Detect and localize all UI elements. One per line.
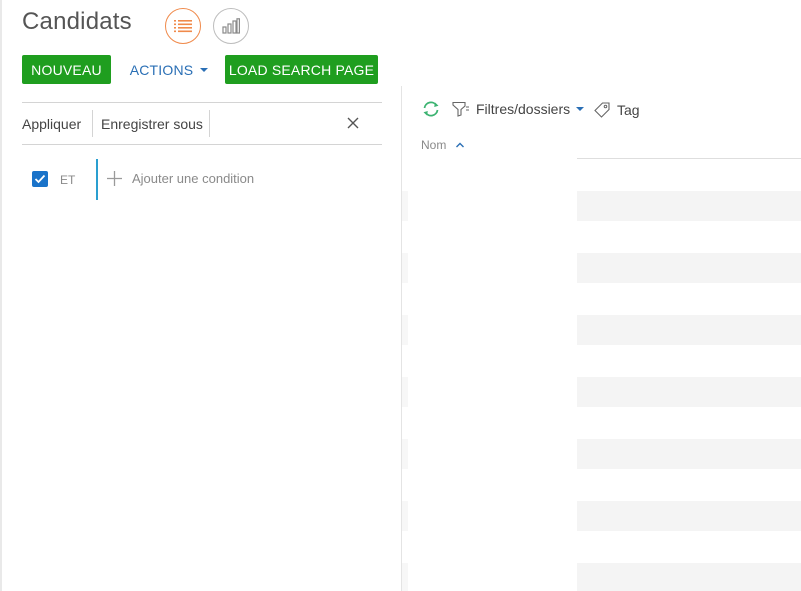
- condition-group-checkbox[interactable]: [32, 171, 48, 187]
- filter-separator: [92, 110, 93, 137]
- table-row-edge: [402, 315, 408, 345]
- table-row[interactable]: [577, 191, 801, 221]
- table-row[interactable]: [577, 315, 801, 345]
- sort-ascending-icon: [456, 142, 465, 148]
- actions-label: ACTIONS: [129, 61, 194, 78]
- refresh-icon: [423, 101, 439, 117]
- actions-button[interactable]: ACTIONS: [129, 55, 209, 84]
- list-icon: [174, 20, 192, 33]
- column-header-nom[interactable]: Nom: [421, 138, 465, 152]
- new-button[interactable]: NOUVEAU: [22, 55, 111, 84]
- close-filter-button[interactable]: [345, 115, 361, 131]
- apply-button[interactable]: Appliquer: [22, 116, 81, 132]
- tag-label: Tag: [617, 102, 640, 118]
- load-search-page-button[interactable]: LOAD SEARCH PAGE: [225, 55, 378, 84]
- list-view-button[interactable]: [165, 8, 201, 44]
- page-title: Candidats: [22, 8, 132, 35]
- table-row-edge: [402, 439, 408, 469]
- filters-folders-label: Filtres/dossiers: [476, 101, 571, 117]
- table-row[interactable]: [577, 501, 801, 531]
- condition-group-bar: [96, 159, 98, 200]
- bar-chart-icon: [222, 18, 240, 34]
- tag-button[interactable]: Tag: [593, 101, 640, 119]
- save-as-button[interactable]: Enregistrer sous: [101, 116, 203, 132]
- filter-top-divider: [22, 102, 382, 103]
- chevron-down-icon: [200, 67, 209, 72]
- tag-icon: [594, 102, 610, 118]
- table-row[interactable]: [577, 377, 801, 407]
- table-row-edge: [402, 377, 408, 407]
- filter-separator: [209, 110, 210, 137]
- table-row[interactable]: [577, 439, 801, 469]
- logic-operator-label[interactable]: ET: [60, 173, 75, 187]
- chevron-down-icon: [576, 107, 585, 111]
- close-icon: [347, 117, 359, 129]
- checkmark-icon: [34, 174, 46, 184]
- table-row-edge: [402, 563, 408, 591]
- refresh-button[interactable]: [421, 100, 441, 118]
- table-row-edge: [402, 253, 408, 283]
- column-header-label: Nom: [421, 138, 447, 152]
- filter-icon: [452, 101, 469, 117]
- plus-icon: [107, 171, 122, 186]
- add-condition-plus[interactable]: [106, 170, 123, 187]
- table-row-edge: [402, 501, 408, 531]
- table-row-edge: [402, 191, 408, 221]
- left-edge-border: [0, 0, 2, 591]
- filter-bottom-divider: [22, 144, 382, 145]
- filters-folders-button[interactable]: Filtres/dossiers: [452, 101, 585, 117]
- grid-header-divider: [577, 158, 801, 159]
- chart-view-button[interactable]: [213, 8, 249, 44]
- add-condition-link[interactable]: Ajouter une condition: [132, 171, 254, 186]
- table-row[interactable]: [577, 253, 801, 283]
- table-row[interactable]: [577, 563, 801, 591]
- candidates-page: Candidats NOUVEAU ACTIONS LOAD SEARCH PA…: [0, 0, 801, 591]
